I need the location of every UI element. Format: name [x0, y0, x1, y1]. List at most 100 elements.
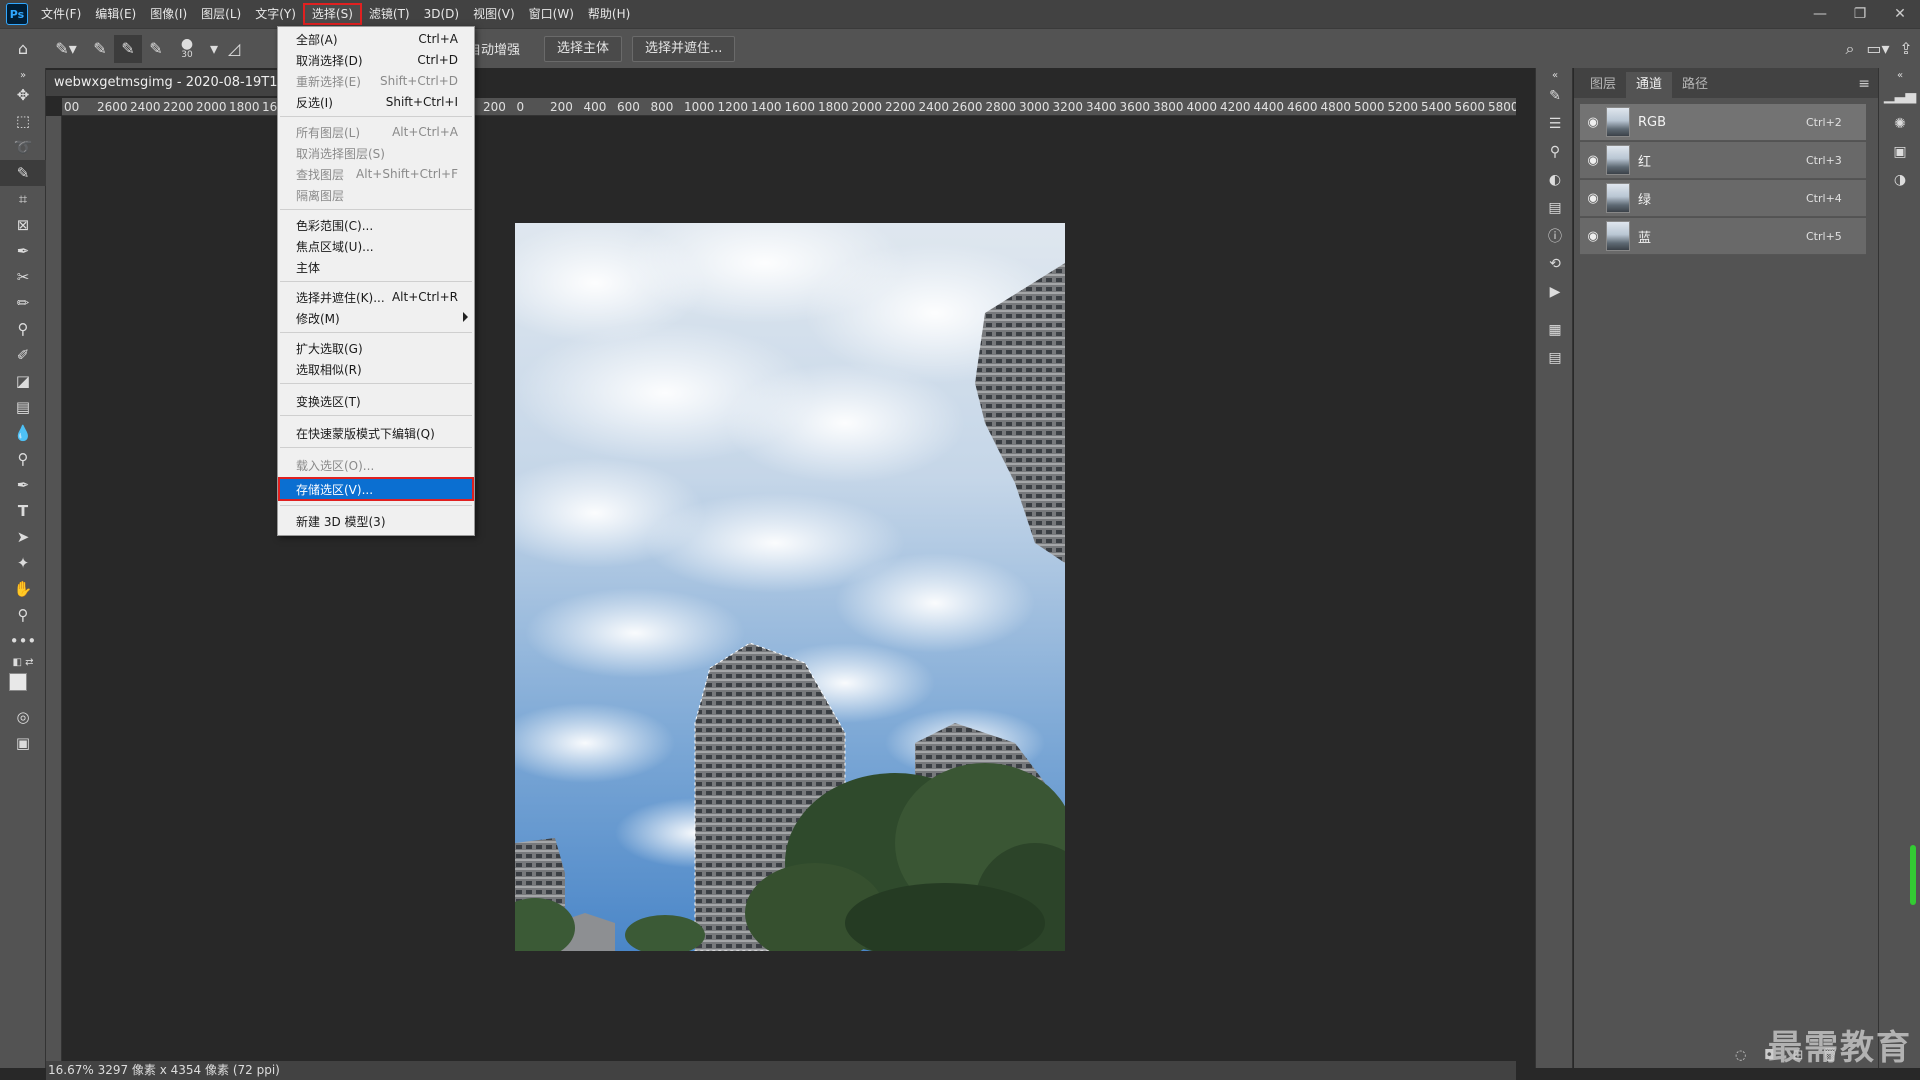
menu-file[interactable]: 文件(F) [34, 3, 88, 25]
clone-source-icon[interactable]: ⚲ [1536, 138, 1574, 166]
blur-tool-icon[interactable]: 💧 [0, 420, 46, 446]
collapse-far-panels-icon[interactable]: « [1879, 68, 1920, 82]
lasso-tool-icon[interactable]: ➰ [0, 134, 46, 160]
menu-item-load-selection[interactable]: 载入选区(O)... [278, 455, 474, 475]
brush-size-icon[interactable]: ● 30 [170, 35, 204, 63]
eyedropper-tool-icon[interactable]: ✒ [0, 238, 46, 264]
channel-row-rgb[interactable]: ◉ RGB Ctrl+2 [1580, 104, 1866, 141]
info-icon[interactable]: ⓘ [1536, 222, 1574, 250]
visibility-eye-icon[interactable]: ◉ [1580, 191, 1606, 206]
menu-3d[interactable]: 3D(D) [417, 3, 466, 25]
menu-item-select-and-mask[interactable]: 选择并遮住(K)... Alt+Ctrl+R [278, 287, 474, 307]
actions-play-icon[interactable]: ▶ [1536, 278, 1574, 306]
close-button[interactable]: ✕ [1880, 0, 1920, 28]
frame-tool-icon[interactable]: ⊠ [0, 212, 46, 238]
share-icon[interactable]: ⇪ [1892, 35, 1920, 63]
menu-item-focus-area[interactable]: 焦点区域(U)... [278, 236, 474, 256]
minimize-button[interactable]: — [1800, 0, 1840, 28]
auto-enhance-checkbox-label[interactable]: 自动增强 [468, 39, 520, 58]
menu-item-select-all[interactable]: 全部(A) Ctrl+A [278, 29, 474, 49]
color-swatches-icon[interactable] [0, 670, 46, 704]
scroll-indicator[interactable] [1910, 845, 1916, 905]
brush-options-icon[interactable]: ▾ [204, 35, 224, 63]
menu-item-quick-mask[interactable]: 在快速蒙版模式下编辑(Q) [278, 423, 474, 443]
menu-item-deselect[interactable]: 取消选择(D) Ctrl+D [278, 50, 474, 70]
menu-item-reselect[interactable]: 重新选择(E) Shift+Ctrl+D [278, 71, 474, 91]
panel-menu-icon[interactable]: ≡ [1858, 76, 1870, 92]
search-icon[interactable]: ⌕ [1836, 35, 1864, 63]
select-subject-button[interactable]: 选择主体 [544, 35, 623, 62]
tab-paths[interactable]: 路径 [1672, 72, 1718, 98]
new-selection-icon[interactable]: ✎ [86, 35, 114, 63]
menu-help[interactable]: 帮助(H) [581, 3, 637, 25]
menu-edit[interactable]: 编辑(E) [88, 3, 143, 25]
menu-item-grow[interactable]: 扩大选取(G) [278, 338, 474, 358]
history-brush-tool-icon[interactable]: ✐ [0, 342, 46, 368]
document-image[interactable] [515, 223, 1065, 951]
menu-window[interactable]: 窗口(W) [522, 3, 581, 25]
menu-layer[interactable]: 图层(L) [194, 3, 248, 25]
paths-icon[interactable]: ⟲ [1536, 250, 1574, 278]
dodge-tool-icon[interactable]: ⚲ [0, 446, 46, 472]
hand-tool-icon[interactable]: ✋ [0, 576, 46, 602]
menu-item-all-layers[interactable]: 所有图层(L) Alt+Ctrl+A [278, 122, 474, 142]
add-selection-icon[interactable]: ✎ [114, 34, 142, 63]
foreground-color-swatch[interactable] [9, 673, 27, 691]
libraries-icon[interactable]: ▣ [1879, 138, 1920, 166]
menu-item-transform-selection[interactable]: 变换选区(T) [278, 391, 474, 411]
menu-item-modify[interactable]: 修改(M) [278, 308, 474, 328]
menu-item-color-range[interactable]: 色彩范围(C)... [278, 215, 474, 235]
subtract-selection-icon[interactable]: ✎ [142, 35, 170, 63]
path-selection-tool-icon[interactable]: ➤ [0, 524, 46, 550]
zoom-tool-icon[interactable]: ⚲ [0, 602, 46, 628]
select-and-mask-button[interactable]: 选择并遮住... [632, 35, 736, 62]
gradient-tool-icon[interactable]: ▤ [0, 394, 46, 420]
menu-filter[interactable]: 滤镜(T) [362, 3, 417, 25]
tab-channels[interactable]: 通道 [1626, 72, 1673, 98]
menu-type[interactable]: 文字(Y) [248, 3, 303, 25]
screen-mode-icon[interactable]: ▣ [0, 730, 46, 756]
menu-item-similar[interactable]: 选取相似(R) [278, 359, 474, 379]
channel-row-green[interactable]: ◉ 绿 Ctrl+4 [1580, 180, 1866, 217]
crop-tool-icon[interactable]: ⌗ [0, 186, 46, 212]
menu-item-inverse[interactable]: 反选(I) Shift+Ctrl+I [278, 92, 474, 112]
visibility-eye-icon[interactable]: ◉ [1580, 153, 1606, 168]
pen-tool-icon[interactable]: ✒ [0, 472, 46, 498]
default-colors-icon[interactable]: ◧ ⇄ [0, 654, 46, 670]
history-icon[interactable]: ▦ [1536, 316, 1574, 344]
menu-image[interactable]: 图像(I) [143, 3, 194, 25]
tool-preset-icon[interactable]: ✎▾ [46, 35, 86, 63]
workspace-icon[interactable]: ▭▾ [1864, 35, 1892, 63]
angle-icon[interactable]: ◿ [224, 35, 244, 63]
visibility-eye-icon[interactable]: ◉ [1580, 229, 1606, 244]
brush-tool-icon[interactable]: ✏ [0, 290, 46, 316]
menu-item-subject[interactable]: 主体 [278, 257, 474, 277]
more-tools-icon[interactable]: ••• [0, 628, 46, 654]
menu-select[interactable]: 选择(S) [302, 3, 362, 25]
clone-stamp-tool-icon[interactable]: ⚲ [0, 316, 46, 342]
document-tab[interactable]: webwxgetmsgimg - 2020-08-19T1620 [46, 70, 280, 96]
eraser-tool-icon[interactable]: ◪ [0, 368, 46, 394]
shape-tool-icon[interactable]: ✦ [0, 550, 46, 576]
load-channel-selection-icon[interactable]: ◌ [1735, 1048, 1746, 1063]
navigator-icon[interactable]: ✺ [1879, 110, 1920, 138]
collapse-panels-icon[interactable]: « [1536, 68, 1574, 82]
menu-item-save-selection[interactable]: 存储选区(V)... [278, 477, 474, 501]
channel-row-blue[interactable]: ◉ 蓝 Ctrl+5 [1580, 218, 1866, 255]
type-tool-icon[interactable]: T [0, 498, 46, 524]
histogram-icon[interactable]: ▁▃▅ [1879, 82, 1920, 110]
adjustments-icon[interactable]: ☰ [1536, 110, 1574, 138]
marquee-tool-icon[interactable]: ⬚ [0, 108, 46, 134]
channel-row-red[interactable]: ◉ 红 Ctrl+3 [1580, 142, 1866, 179]
brush-settings-icon[interactable]: ✎ [1536, 82, 1574, 110]
menu-item-isolate-layers[interactable]: 隔离图层 [278, 185, 474, 205]
menu-item-find-layers[interactable]: 查找图层 Alt+Shift+Ctrl+F [278, 164, 474, 184]
menu-item-deselect-layers[interactable]: 取消选择图层(S) [278, 143, 474, 163]
visibility-eye-icon[interactable]: ◉ [1580, 115, 1606, 130]
home-icon[interactable]: ⌂ [0, 35, 46, 63]
maximize-button[interactable]: ❐ [1840, 0, 1880, 28]
menu-view[interactable]: 视图(V) [466, 3, 522, 25]
color-icon[interactable]: ◑ [1879, 166, 1920, 194]
quick-selection-tool-icon[interactable]: ✎ [0, 160, 46, 186]
properties-icon[interactable]: ▤ [1536, 194, 1574, 222]
